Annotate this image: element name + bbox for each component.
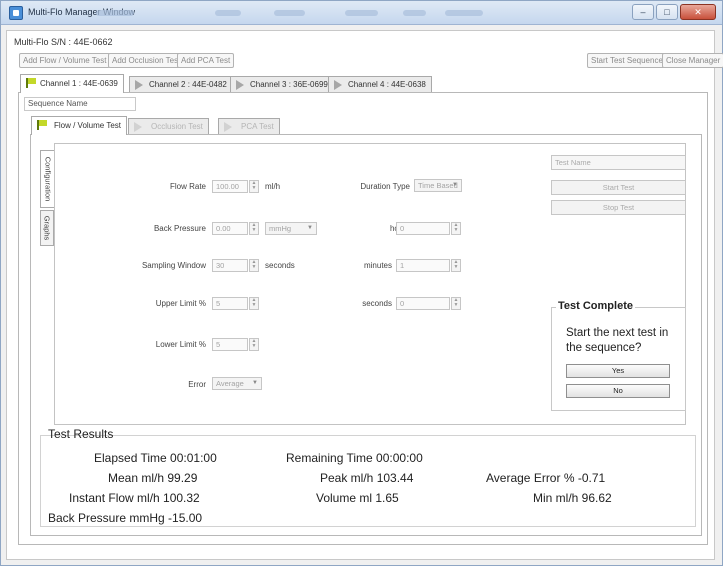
tab-channel-2[interactable]: Channel 2 : 44E-0482: [129, 76, 233, 92]
tab-channel-1[interactable]: Channel 1 : 44E-0639: [20, 74, 124, 93]
add-flow-volume-test-button[interactable]: Add Flow / Volume Test: [19, 53, 111, 68]
error-label: Error: [188, 380, 206, 389]
average-error: Average Error % -0.71: [486, 471, 606, 485]
flow-rate-spinner[interactable]: ▲ ▼: [249, 180, 259, 193]
duration-type-dropdown[interactable]: Time Based ▼: [414, 179, 462, 192]
app-icon: [9, 6, 23, 20]
title-bar-blur: [345, 10, 378, 16]
flow-rate-label: Flow Rate: [169, 182, 206, 191]
title-bar-blur: [96, 10, 134, 16]
tab-configuration[interactable]: Configuration: [40, 150, 54, 208]
back-pressure-label: Back Pressure: [153, 224, 206, 233]
flag-icon: [37, 120, 47, 130]
dropdown-value: Average: [216, 379, 244, 388]
sequence-name-input[interactable]: Sequence Name: [24, 97, 136, 111]
chevron-down-icon: ▼: [252, 380, 258, 386]
back-pressure-unit-dropdown[interactable]: mmHg ▼: [265, 222, 317, 235]
title-bar[interactable]: Multi-Flo Manager Window – □ ✕: [1, 1, 722, 25]
remaining-time: Remaining Time 00:00:00: [286, 451, 423, 465]
test-name-input[interactable]: Test Name: [551, 155, 686, 170]
serial-number: Multi-Flo S/N : 44E-0662: [14, 37, 113, 47]
minutes-spinner[interactable]: ▲ ▼: [451, 259, 461, 272]
play-icon: [224, 122, 232, 132]
tab-label: Channel 2 : 44E-0482: [149, 80, 227, 89]
lower-limit-label: Lower Limit %: [155, 340, 206, 349]
hours-spinner[interactable]: ▲ ▼: [451, 222, 461, 235]
tab-label: Flow / Volume Test: [54, 121, 121, 130]
stop-test-button[interactable]: Stop Test: [551, 200, 686, 215]
error-dropdown[interactable]: Average ▼: [212, 377, 262, 390]
duration-type-label: Duration Type: [360, 182, 410, 191]
tab-flow-volume-test[interactable]: Flow / Volume Test: [31, 116, 127, 135]
chevron-down-icon: ▼: [307, 225, 313, 231]
play-icon: [134, 122, 142, 132]
tab-label: PCA Test: [241, 122, 274, 131]
min-flow: Min ml/h 96.62: [533, 491, 612, 505]
tab-label: Channel 4 : 44E-0638: [348, 80, 426, 89]
title-bar-blur: [274, 10, 305, 16]
upper-limit-label: Upper Limit %: [155, 299, 206, 308]
lower-limit-input[interactable]: 5: [212, 338, 248, 351]
minutes-label: minutes: [363, 261, 392, 270]
mean-flow: Mean ml/h 99.29: [108, 471, 198, 485]
sampling-window-label: Sampling Window: [141, 261, 206, 270]
flag-icon: [26, 78, 36, 88]
minutes-input[interactable]: 1: [396, 259, 450, 272]
tab-pca-test[interactable]: PCA Test: [218, 118, 280, 134]
sampling-window-spinner[interactable]: ▲ ▼: [249, 259, 259, 272]
title-bar-blur: [215, 10, 241, 16]
add-pca-test-button[interactable]: Add PCA Test: [177, 53, 235, 68]
upper-limit-input[interactable]: 5: [212, 297, 248, 310]
play-icon: [135, 80, 143, 90]
upper-limit-spinner[interactable]: ▲ ▼: [249, 297, 259, 310]
tab-label: Configuration: [43, 156, 52, 202]
seconds-label: seconds: [362, 299, 392, 308]
tab-label: Channel 1 : 44E-0639: [40, 79, 118, 88]
maximize-button[interactable]: □: [656, 4, 678, 20]
tab-channel-3[interactable]: Channel 3 : 36E-0699: [230, 76, 334, 92]
flow-rate-input[interactable]: 100.00: [212, 180, 248, 193]
add-occlusion-test-button[interactable]: Add Occlusion Test: [108, 53, 185, 68]
tab-label: Channel 3 : 36E-0699: [250, 80, 328, 89]
test-complete-title: Test Complete: [556, 300, 635, 312]
back-pressure-spinner[interactable]: ▲ ▼: [249, 222, 259, 235]
tab-label: Graphs: [42, 215, 52, 241]
tab-label: Occlusion Test: [151, 122, 203, 131]
play-icon: [236, 80, 244, 90]
back-pressure-result: Back Pressure mmHg -15.00: [48, 511, 203, 525]
yes-button[interactable]: Yes: [566, 364, 670, 378]
tab-channel-4[interactable]: Channel 4 : 44E-0638: [328, 76, 432, 92]
chevron-down-icon: ▼: [452, 182, 458, 188]
elapsed-time: Elapsed Time 00:01:00: [94, 451, 217, 465]
title-bar-blur: [403, 10, 426, 16]
close-manager-button[interactable]: Close Manager: [662, 53, 723, 68]
seconds-spinner[interactable]: ▲ ▼: [451, 297, 461, 310]
lower-limit-spinner[interactable]: ▲ ▼: [249, 338, 259, 351]
instant-flow: Instant Flow ml/h 100.32: [69, 491, 200, 505]
flow-rate-unit: ml/h: [265, 182, 281, 191]
play-icon: [334, 80, 342, 90]
sampling-window-unit: seconds: [265, 261, 295, 270]
tab-occlusion-test[interactable]: Occlusion Test: [128, 118, 209, 134]
close-button[interactable]: ✕: [680, 4, 716, 20]
volume: Volume ml 1.65: [316, 491, 399, 505]
tab-graphs[interactable]: Graphs: [40, 210, 54, 246]
hours-input[interactable]: 0: [396, 222, 450, 235]
test-complete-question: Start the next test in the sequence?: [566, 327, 669, 354]
sampling-window-input[interactable]: 30: [212, 259, 248, 272]
dropdown-value: mmHg: [269, 224, 292, 233]
peak-flow: Peak ml/h 103.44: [320, 471, 414, 485]
start-test-sequence-button[interactable]: Start Test Sequence: [587, 53, 667, 68]
start-test-button[interactable]: Start Test: [551, 180, 686, 195]
seconds-input[interactable]: 0: [396, 297, 450, 310]
no-button[interactable]: No: [566, 384, 670, 398]
title-bar-blur: [445, 10, 483, 16]
back-pressure-input[interactable]: 0.00: [212, 222, 248, 235]
test-results-title: Test Results: [48, 427, 114, 441]
minimize-button[interactable]: –: [632, 4, 654, 20]
